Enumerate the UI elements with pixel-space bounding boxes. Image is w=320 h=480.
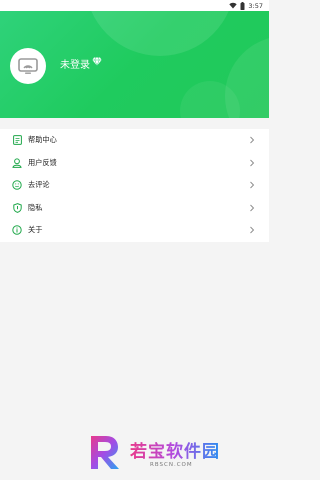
avatar[interactable] bbox=[10, 48, 46, 84]
menu-item-label: 去评论 bbox=[28, 180, 50, 190]
comment-icon bbox=[12, 180, 22, 190]
menu-item-label: 隐私 bbox=[28, 202, 43, 212]
feedback-icon bbox=[12, 158, 22, 168]
menu-item-label: 关于 bbox=[28, 225, 43, 235]
monitor-icon bbox=[18, 58, 38, 74]
profile-header: 未登录 bbox=[0, 11, 269, 118]
help-doc-icon bbox=[12, 135, 22, 146]
wifi-icon bbox=[229, 2, 238, 9]
menu-item-help-center[interactable]: 帮助中心 bbox=[0, 129, 269, 152]
chevron-right-icon bbox=[250, 204, 255, 212]
vip-diamond-icon bbox=[92, 57, 102, 66]
settings-menu: 帮助中心 用户反馈 去评论 隐私 关于 bbox=[0, 129, 269, 242]
watermark-logo-icon bbox=[91, 436, 119, 469]
watermark-subtitle: RBSCN.COM bbox=[150, 461, 193, 468]
menu-item-about[interactable]: 关于 bbox=[0, 219, 269, 242]
chevron-right-icon bbox=[250, 181, 255, 189]
menu-item-privacy[interactable]: 隐私 bbox=[0, 197, 269, 220]
menu-item-label: 帮助中心 bbox=[28, 135, 57, 145]
chevron-right-icon bbox=[250, 159, 255, 167]
about-info-icon bbox=[12, 225, 22, 235]
decor-circle bbox=[85, 11, 235, 56]
watermark-title: 若宝软件园 bbox=[130, 437, 220, 462]
chevron-right-icon bbox=[250, 136, 255, 144]
menu-item-label: 用户反馈 bbox=[28, 157, 57, 167]
status-time: 3:57 bbox=[248, 1, 263, 10]
login-status-label[interactable]: 未登录 bbox=[60, 56, 90, 71]
menu-item-user-feedback[interactable]: 用户反馈 bbox=[0, 152, 269, 175]
chevron-right-icon bbox=[250, 226, 255, 234]
privacy-shield-icon bbox=[12, 202, 22, 213]
battery-icon bbox=[240, 1, 245, 10]
menu-item-comment[interactable]: 去评论 bbox=[0, 174, 269, 197]
status-bar: 3:57 bbox=[0, 0, 269, 11]
site-watermark: 若宝软件园 RBSCN.COM bbox=[86, 432, 220, 472]
